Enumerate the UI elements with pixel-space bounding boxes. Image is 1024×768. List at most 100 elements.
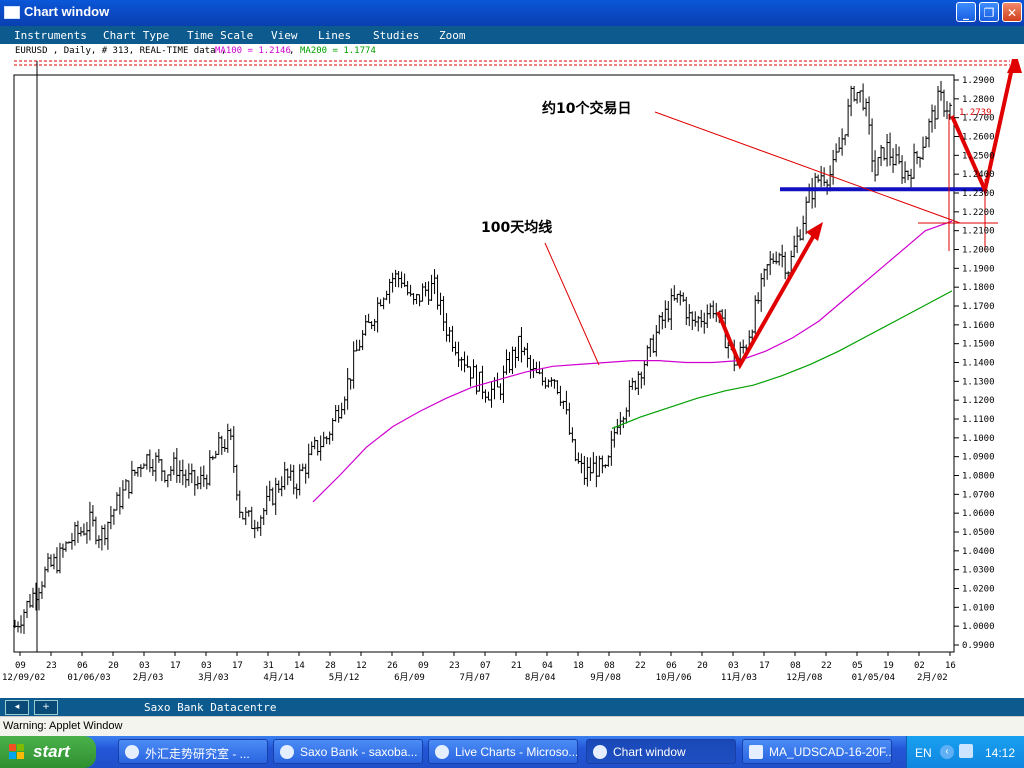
- clock: 14:12: [985, 746, 1016, 760]
- x-date-label: 6月/09: [394, 672, 425, 683]
- y-tick-label: 1.0400: [962, 547, 995, 557]
- x-tick-label: 22: [821, 661, 832, 671]
- menu-chart-type[interactable]: Chart Type: [103, 29, 169, 42]
- y-tick-label: 1.2300: [962, 189, 995, 199]
- y-tick-label: 1.2200: [962, 208, 995, 218]
- network-icon[interactable]: [959, 744, 973, 758]
- y-tick-label: 1.1400: [962, 359, 995, 369]
- annotation-ma-label: 100天均线: [481, 219, 552, 236]
- price-tag: 1.2739: [959, 108, 992, 118]
- menu-view[interactable]: View: [271, 29, 298, 42]
- x-date-label: 5月/12: [329, 672, 360, 683]
- language-indicator[interactable]: EN: [915, 746, 932, 760]
- y-tick-label: 1.1100: [962, 415, 995, 425]
- x-tick-label: 20: [108, 661, 119, 671]
- windows-flag-icon: [9, 744, 24, 759]
- x-tick-label: 19: [883, 661, 894, 671]
- x-date-label: 7月/07: [460, 672, 491, 683]
- x-tick-label: 16: [945, 661, 956, 671]
- x-tick-label: 08: [790, 661, 801, 671]
- y-tick-label: 1.0300: [962, 566, 995, 576]
- task-forex-lab[interactable]: 外汇走势研究室 - ...: [118, 739, 268, 764]
- menu-time-scale[interactable]: Time Scale: [187, 29, 253, 42]
- x-tick-label: 05: [852, 661, 863, 671]
- taskbar: start 外汇走势研究室 - ... Saxo Bank - saxoba..…: [0, 736, 1024, 768]
- warning-text: Warning: Applet Window: [3, 720, 123, 732]
- maximize-button[interactable]: ❐: [979, 2, 999, 22]
- x-tick-label: 23: [449, 661, 460, 671]
- x-date-label: 8月/04: [525, 672, 556, 683]
- menu-studies[interactable]: Studies: [373, 29, 419, 42]
- task-ma-udscad[interactable]: MA_UDSCAD-16-20F...: [742, 739, 892, 764]
- show-hidden-icons-icon[interactable]: ‹: [940, 745, 954, 759]
- task-saxo-bank[interactable]: Saxo Bank - saxoba...: [273, 739, 423, 764]
- x-tick-label: 03: [201, 661, 212, 671]
- y-tick-label: 1.1700: [962, 302, 995, 312]
- x-tick-label: 17: [170, 661, 181, 671]
- y-tick-label: 1.1000: [962, 434, 995, 444]
- ie-icon: [280, 745, 294, 759]
- ma200-value: MA200 = 1.1774: [300, 46, 376, 56]
- task-chart-window[interactable]: Chart window: [586, 739, 736, 764]
- chart-info-bar: EURUSD , Daily, # 313, REAL-TIME data , …: [0, 44, 1024, 59]
- x-tick-label: 12: [356, 661, 367, 671]
- y-tick-label: 1.2600: [962, 133, 995, 143]
- x-tick-label: 07: [480, 661, 491, 671]
- scroll-left-icon[interactable]: ◂: [5, 700, 29, 715]
- y-tick-label: 1.1900: [962, 264, 995, 274]
- y-tick-label: 0.9900: [962, 641, 995, 651]
- menu-bar: Instruments Chart Type Time Scale View L…: [0, 26, 1024, 44]
- task-live-charts[interactable]: Live Charts - Microso...: [428, 739, 578, 764]
- y-tick-label: 1.0200: [962, 585, 995, 595]
- x-tick-label: 23: [46, 661, 57, 671]
- image-icon: [749, 745, 763, 759]
- crosshair-icon[interactable]: +: [34, 700, 58, 715]
- data-source: Saxo Bank Datacentre: [144, 701, 277, 714]
- x-tick-label: 14: [294, 661, 305, 671]
- applet-warning: Warning: Applet Window: [0, 716, 1024, 737]
- x-tick-label: 08: [604, 661, 615, 671]
- x-tick-label: 20: [697, 661, 708, 671]
- y-tick-label: 1.1200: [962, 396, 995, 406]
- window-title: Chart window: [24, 4, 110, 19]
- menu-lines[interactable]: Lines: [318, 29, 351, 42]
- y-tick-label: 1.1500: [962, 340, 995, 350]
- y-tick-label: 1.2100: [962, 227, 995, 237]
- y-tick-label: 1.2000: [962, 246, 995, 256]
- start-button[interactable]: start: [0, 736, 96, 768]
- chart-statusbar: ◂ + Saxo Bank Datacentre: [0, 698, 1024, 716]
- x-tick-label: 03: [728, 661, 739, 671]
- close-button[interactable]: ✕: [1002, 2, 1022, 22]
- x-tick-label: 04: [542, 661, 553, 671]
- y-tick-label: 1.0000: [962, 622, 995, 632]
- ie-icon: [435, 745, 449, 759]
- x-tick-label: 22: [635, 661, 646, 671]
- y-tick-label: 1.1300: [962, 377, 995, 387]
- y-tick-label: 1.2800: [962, 95, 995, 105]
- x-tick-label: 17: [232, 661, 243, 671]
- x-tick-label: 18: [573, 661, 584, 671]
- x-tick-label: 21: [511, 661, 522, 671]
- x-date-label: 10月/06: [656, 672, 692, 683]
- menu-zoom[interactable]: Zoom: [439, 29, 466, 42]
- menu-instruments[interactable]: Instruments: [14, 29, 87, 42]
- price-chart[interactable]: 0.9900 1.0000 1.0100 1.0200 1.0300 1.0400 1.05…: [0, 59, 1024, 698]
- x-tick-label: 02: [914, 661, 925, 671]
- window-titlebar[interactable]: Chart window _ ❐ ✕: [0, 0, 1024, 26]
- x-tick-label: 09: [15, 661, 26, 671]
- y-tick-label: 1.1600: [962, 321, 995, 331]
- x-date-label: 9月/08: [590, 672, 621, 683]
- y-tick-label: 1.1800: [962, 283, 995, 293]
- y-tick-label: 1.0500: [962, 528, 995, 538]
- x-date-label: 01/06/03: [67, 673, 110, 683]
- ma100-value: MA100 = 1.2146: [215, 46, 291, 56]
- y-tick-label: 1.0800: [962, 472, 995, 482]
- ie-icon: [593, 745, 607, 759]
- y-tick-label: 1.2400: [962, 170, 995, 180]
- x-date-label: 01/05/04: [852, 673, 895, 683]
- x-date-label: 11月/03: [721, 672, 757, 683]
- x-date-label: 2月/02: [917, 672, 948, 683]
- x-date-label: 4月/14: [263, 672, 294, 683]
- x-tick-label: 06: [666, 661, 677, 671]
- minimize-button[interactable]: _: [956, 2, 976, 22]
